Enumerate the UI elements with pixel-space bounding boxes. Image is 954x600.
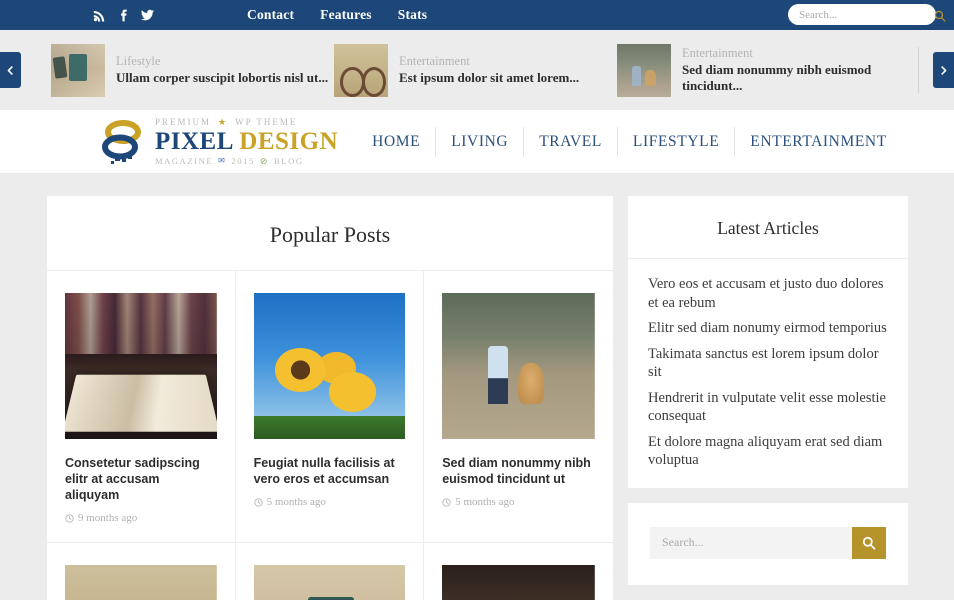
slider-title: Ullam corper suscipit lobortis nisl ut..… [116,70,329,85]
widget-title: Latest Articles [717,218,819,238]
nav-item-living[interactable]: LIVING [435,126,523,157]
sidebar: Latest Articles Vero eos et accusam et j… [628,196,908,600]
latest-articles-widget: Latest Articles Vero eos et accusam et j… [628,196,908,488]
clock-icon [253,497,263,507]
topnav-item-stats[interactable]: Stats [398,7,428,23]
list-item[interactable]: Vero eos et accusam et justo duo dolores… [648,275,888,312]
slider-next-button[interactable] [933,52,954,88]
slider-category: Lifestyle [116,54,161,68]
star-icon: ★ [218,116,229,127]
post-card[interactable]: Consetetur sadipscing elitr at accusam a… [47,271,236,543]
post-card[interactable] [236,543,425,600]
slider-prev-button[interactable] [0,52,21,88]
post-title: Consetetur sadipscing elitr at accusam a… [65,456,200,502]
slider-thumbnail [334,43,388,97]
post-meta: 9 months ago [65,512,217,524]
list-item[interactable]: Et dolore magna aliquyam erat sed diam v… [648,433,888,470]
post-date: 9 months ago [78,512,138,524]
post-card[interactable] [47,543,236,600]
main-content: Popular Posts Consetetur sadipscing elit… [47,196,613,600]
twitter-icon[interactable] [141,8,154,23]
post-date: 5 months ago [455,496,515,508]
logo-tagline-top: PREMIUM ★ WP THEME [155,116,338,127]
post-card[interactable]: Feugiat nulla facilisis at vero eros et … [235,271,425,543]
post-thumbnail [65,565,217,600]
search-icon [862,536,876,550]
slider-item[interactable]: Entertainment Sed diam nonummy nibh euis… [617,43,900,97]
page-title: Popular Posts [269,222,391,247]
list-item[interactable]: Hendrerit in vulputate velit esse molest… [648,389,888,426]
slider-track: Lifestyle Ullam corper suscipit lobortis… [51,43,954,97]
top-bar: Contact Features Stats [0,0,954,30]
list-item[interactable]: Takimata sanctus est lorem ipsum dolor s… [648,345,888,382]
logo-mark-icon [99,117,149,167]
nav-item-lifestyle[interactable]: LIFESTYLE [616,126,734,157]
sidebar-search-form[interactable] [628,503,908,585]
logo-word-pixel: PIXEL [155,127,233,155]
post-date: 5 months ago [266,496,326,508]
latest-articles-body: Vero eos et accusam et justo duo dolores… [628,259,908,488]
slider-title: Est ipsum dolor sit amet lorem... [399,70,580,85]
clock-icon [442,497,451,507]
popular-posts-header: Popular Posts [47,196,613,271]
slider-category: Entertainment [399,54,470,68]
post-thumbnail [253,293,406,439]
logo-premium-text: PREMIUM [155,116,212,127]
rss-icon[interactable] [93,8,106,23]
featured-slider: Lifestyle Ullam corper suscipit lobortis… [0,30,954,110]
latest-articles-header: Latest Articles [628,196,908,259]
slider-thumbnail [51,43,105,97]
post-card[interactable] [424,543,613,600]
slider-item[interactable]: Lifestyle Ullam corper suscipit lobortis… [51,43,334,97]
sidebar-search-button[interactable] [852,526,886,559]
logo-word-design: DESIGN [239,127,339,155]
logo-magazine-text: MAGAZINE [155,155,214,166]
logo-year-text: 2015 [231,155,255,166]
masthead: PREMIUM ★ WP THEME PIXEL DESIGN MAGAZINE… [0,110,954,174]
sidebar-search-input[interactable] [650,526,852,559]
top-navigation: Contact Features Stats [247,7,427,23]
post-card[interactable]: Sed diam nonummy nibh euismod tincidunt … [424,271,613,543]
main-navigation: HOME LIVING TRAVEL LIFESTYLE ENTERTAINME… [358,126,902,157]
slider-thumbnail [617,43,671,97]
topnav-item-contact[interactable]: Contact [247,7,294,23]
list-item[interactable]: Elitr sed diam nonumy eirmod temporius [648,319,888,338]
post-thumbnail [65,293,217,439]
posts-grid: Consetetur sadipscing elitr at accusam a… [47,271,613,600]
post-thumbnail [253,565,406,600]
logo-tagline-bottom: MAGAZINE ✉ 2015 ⊘ BLOG [155,155,338,166]
slider-divider [918,47,919,93]
post-title: Sed diam nonummy nibh euismod tincidunt … [442,456,591,486]
circle-slash-icon: ⊘ [259,155,270,166]
page-body: Popular Posts Consetetur sadipscing elit… [0,174,954,600]
search-icon[interactable] [934,9,946,22]
facebook-icon[interactable] [117,8,130,23]
slider-title: Sed diam nonummy nibh euismod tincidunt.… [682,62,872,93]
social-links [93,8,154,23]
nav-item-travel[interactable]: TRAVEL [523,126,617,157]
site-logo[interactable]: PREMIUM ★ WP THEME PIXEL DESIGN MAGAZINE… [99,117,338,167]
slider-category: Entertainment [682,46,753,60]
search-widget [628,502,908,585]
clock-icon [65,513,74,523]
top-search-box[interactable] [788,4,946,25]
logo-wptheme-text: WP THEME [235,116,298,127]
logo-blog-text: BLOG [274,155,304,166]
post-title: Feugiat nulla facilisis at vero eros et … [253,456,395,486]
logo-wordmark: PIXEL DESIGN [155,127,339,155]
post-meta: 5 months ago [442,496,595,508]
nav-item-entertainment[interactable]: ENTERTAINMENT [734,126,902,157]
envelope-icon: ✉ [218,156,227,165]
nav-item-home[interactable]: HOME [358,127,435,157]
post-meta: 5 months ago [253,496,406,508]
slider-item[interactable]: Entertainment Est ipsum dolor sit amet l… [334,43,617,97]
topnav-item-features[interactable]: Features [320,7,372,23]
top-search-input[interactable] [799,8,934,21]
latest-articles-list: Vero eos et accusam et justo duo dolores… [648,275,888,470]
post-thumbnail [442,293,595,439]
post-thumbnail [442,565,595,600]
